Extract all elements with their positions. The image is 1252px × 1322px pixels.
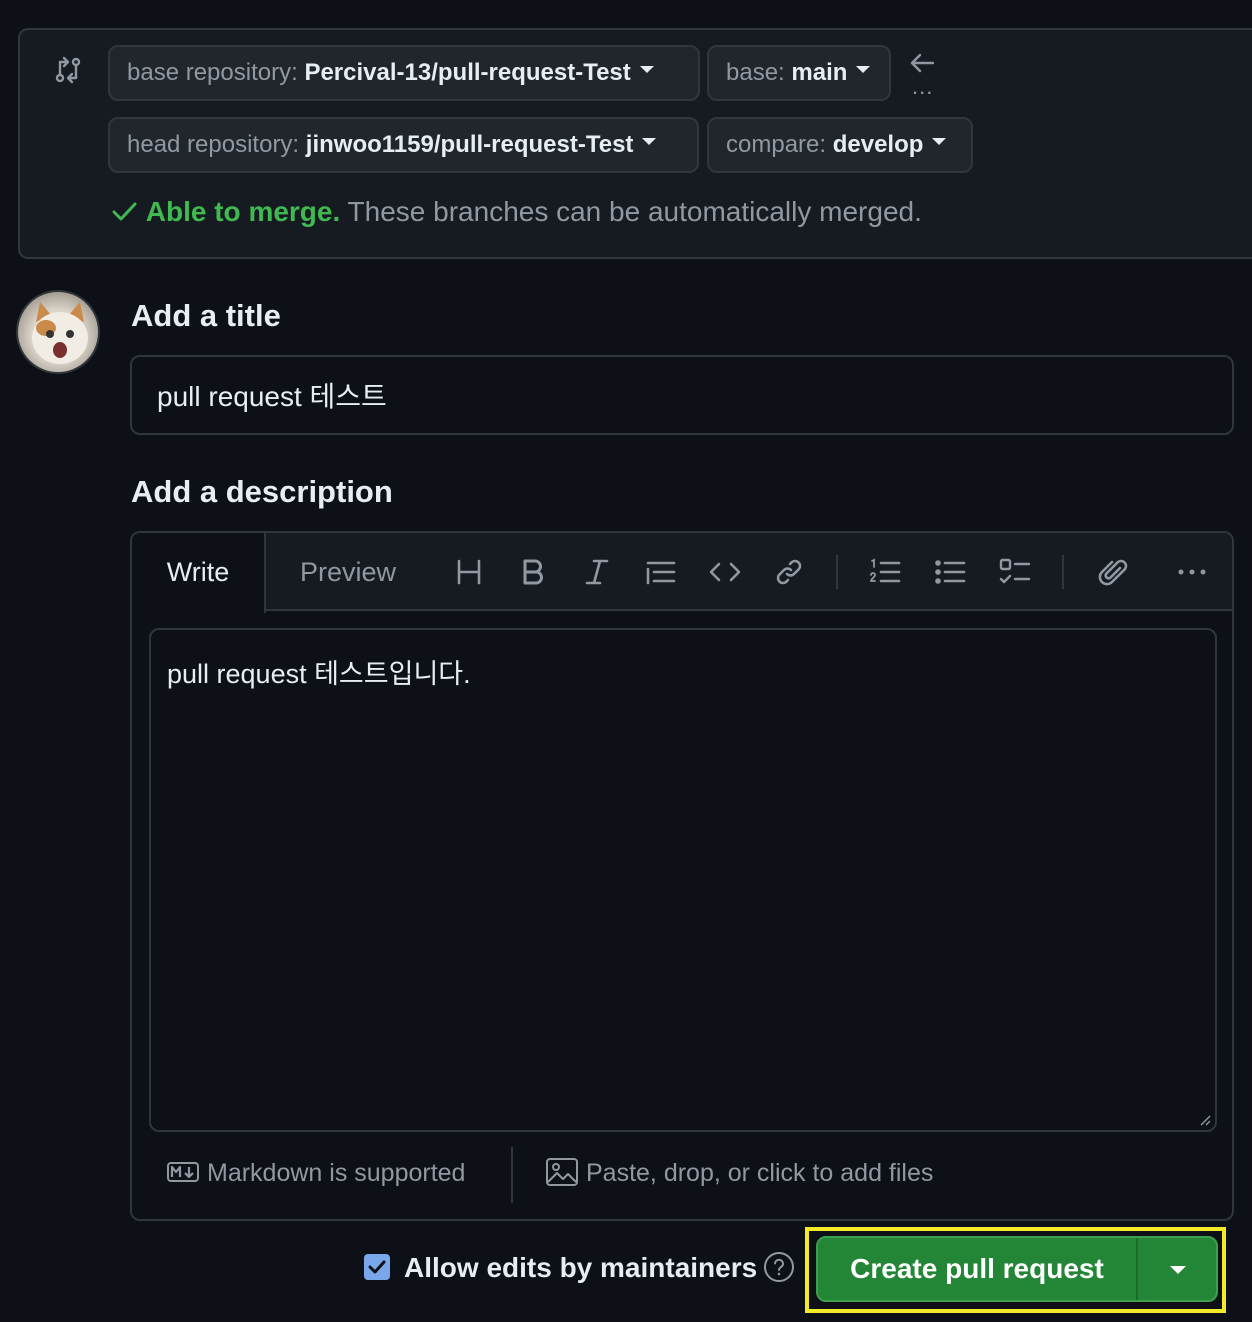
tab-preview[interactable]: Preview (300, 533, 396, 611)
chevron-down-icon (639, 66, 654, 74)
merge-status-label: Able to merge. (145, 196, 341, 227)
link-icon[interactable] (772, 555, 806, 589)
description-text: pull request 테스트입니다. (167, 659, 471, 689)
base-repository-label: base repository: (127, 59, 298, 86)
compare-arrows-icon (55, 56, 81, 84)
markdown-icon (167, 1162, 199, 1183)
merge-status-message: These branches can be automatically merg… (347, 196, 922, 227)
compare-dots: ... (912, 74, 934, 99)
allow-edits-label: Allow edits by maintainers (404, 1252, 758, 1283)
base-branch-dropdown[interactable]: base: main (707, 45, 891, 101)
more-icon[interactable] (1175, 555, 1209, 589)
base-branch-value: main (791, 59, 848, 86)
files-note: Paste, drop, or click to add files (586, 1159, 934, 1187)
tab-write[interactable]: Write (132, 533, 266, 613)
title-input[interactable] (130, 355, 1234, 435)
head-repository-dropdown[interactable]: head repository: jinwoo1159/pull-request… (108, 117, 699, 173)
create-pull-request-label: Create pull request (850, 1253, 1104, 1284)
toolbar-divider (1062, 555, 1064, 589)
markdown-supported-link[interactable]: Markdown is supported (167, 1159, 465, 1188)
description-textarea[interactable]: pull request 테스트입니다. (149, 628, 1217, 1132)
chevron-down-icon (932, 138, 947, 146)
editor-toolbar: Write Preview (132, 533, 1232, 613)
checkmark-icon (368, 1260, 386, 1274)
quote-icon[interactable] (644, 555, 678, 589)
attach-icon[interactable] (1096, 555, 1130, 589)
resize-handle-icon[interactable] (1199, 1114, 1211, 1126)
unordered-list-icon[interactable] (933, 555, 967, 589)
create-pull-request-button[interactable]: Create pull request (816, 1236, 1218, 1302)
allow-edits-option[interactable]: Allow edits by maintainers (364, 1251, 795, 1286)
bold-icon[interactable] (516, 555, 550, 589)
add-files-button[interactable]: Paste, drop, or click to add files (546, 1158, 934, 1188)
markdown-note: Markdown is supported (207, 1159, 466, 1187)
chevron-down-icon (642, 138, 657, 146)
question-circle-icon[interactable] (763, 1251, 795, 1283)
base-repository-value: Percival-13/pull-request-Test (304, 59, 631, 86)
base-repository-dropdown[interactable]: base repository: Percival-13/pull-reques… (108, 45, 700, 101)
description-heading: Add a description (131, 474, 393, 509)
chevron-down-icon[interactable] (1138, 1238, 1218, 1300)
head-repository-value: jinwoo1159/pull-request-Test (305, 131, 634, 158)
code-icon[interactable] (708, 555, 742, 589)
head-repository-label: head repository: (127, 131, 300, 158)
compare-branch-dropdown[interactable]: compare: develop (707, 117, 973, 173)
merge-status: Able to merge. These branches can be aut… (110, 196, 922, 228)
compare-branch-value: develop (832, 131, 924, 158)
compare-branch-label: compare: (726, 131, 827, 158)
footer-divider (511, 1147, 513, 1203)
cat-avatar-image (32, 302, 88, 364)
check-icon (112, 202, 137, 221)
chevron-down-icon (856, 66, 871, 74)
image-icon (546, 1158, 578, 1187)
base-branch-label: base: (726, 59, 785, 86)
ordered-list-icon[interactable] (868, 555, 902, 589)
title-heading: Add a title (131, 298, 281, 333)
heading-icon[interactable] (452, 555, 486, 589)
avatar[interactable] (16, 290, 100, 374)
allow-edits-checkbox[interactable] (364, 1253, 390, 1280)
task-list-icon[interactable] (998, 555, 1032, 589)
italic-icon[interactable] (580, 555, 614, 589)
description-editor: Write Preview pull request 테스트입니다. Markd… (130, 531, 1234, 1221)
toolbar-divider (836, 555, 838, 589)
